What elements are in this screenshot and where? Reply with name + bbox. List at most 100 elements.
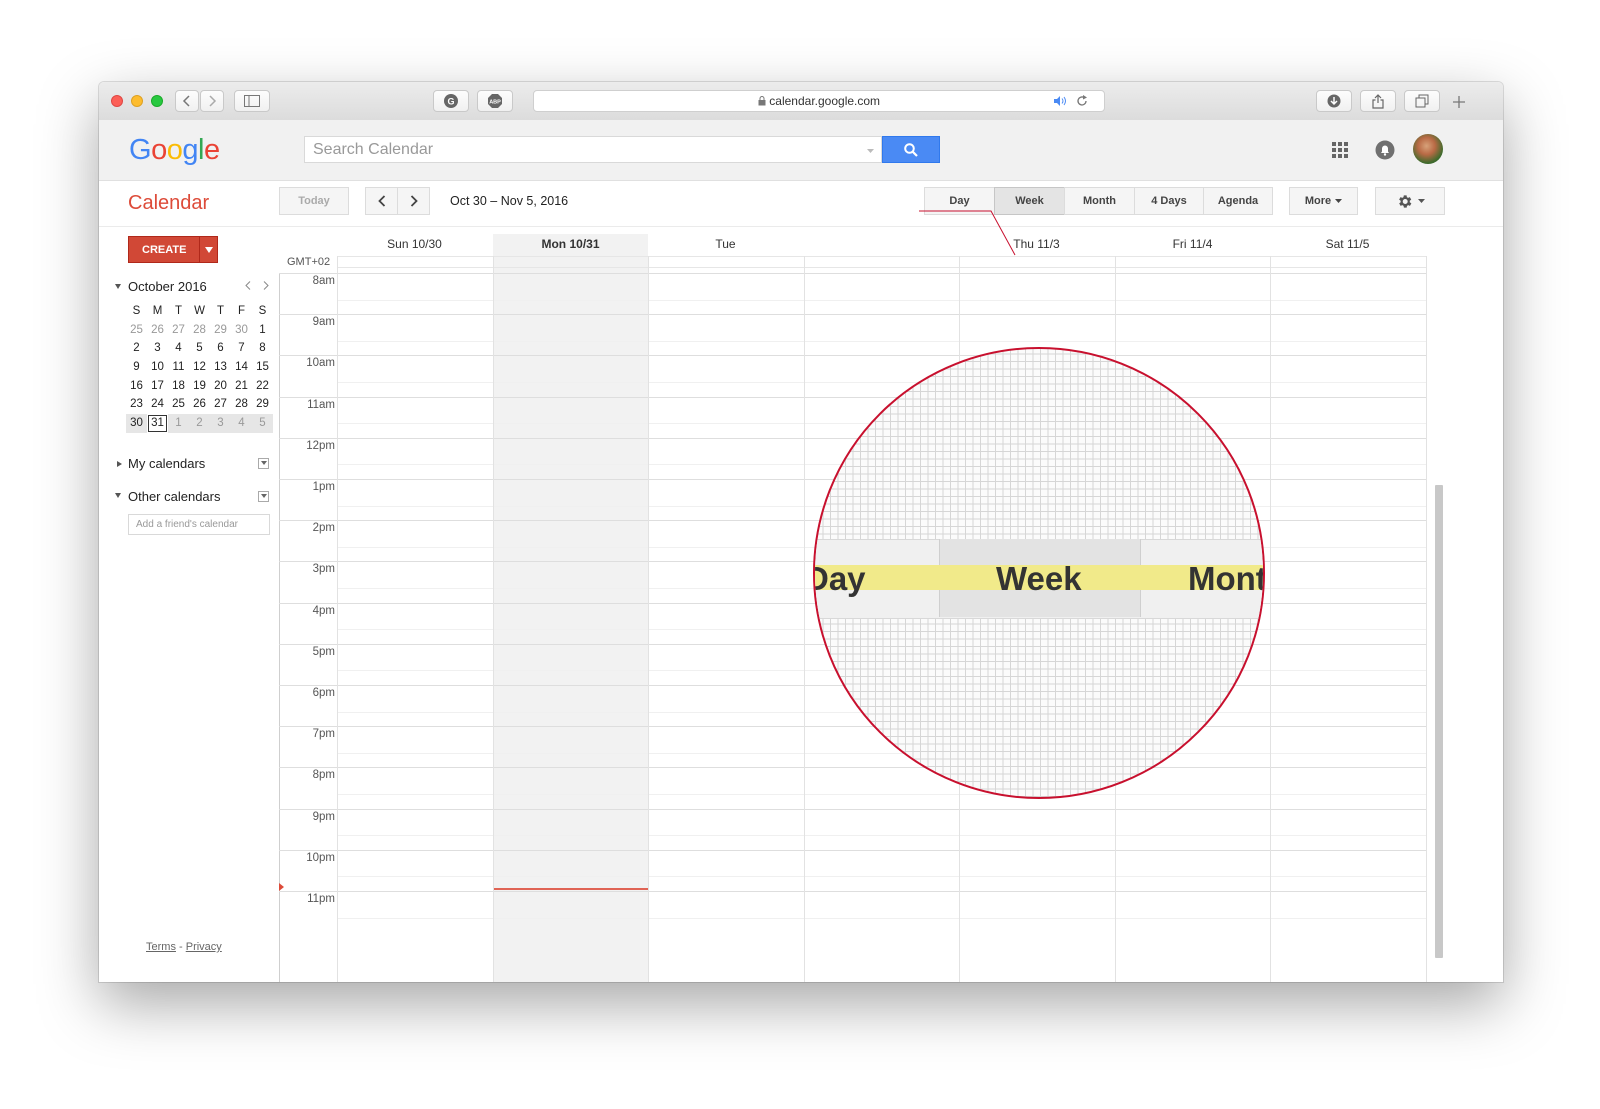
mini-calendar-day[interactable]: 17 <box>147 377 168 396</box>
mini-calendar-day[interactable]: 19 <box>189 377 210 396</box>
mini-calendar-day[interactable]: 2 <box>189 414 210 433</box>
footer-links: Terms - Privacy <box>146 941 222 953</box>
hour-label: 11pm <box>307 893 335 905</box>
mini-calendar-day[interactable]: 27 <box>168 321 189 340</box>
mini-calendar-day[interactable]: 29 <box>252 395 273 414</box>
mini-calendar-day[interactable]: 26 <box>147 321 168 340</box>
mini-calendar-day[interactable]: 21 <box>231 377 252 396</box>
mini-calendar-collapse-icon[interactable] <box>115 284 121 289</box>
add-friend-calendar-input[interactable]: Add a friend's calendar <box>128 514 270 535</box>
mini-calendar-day[interactable]: 7 <box>231 339 252 358</box>
search-input[interactable]: Search Calendar <box>304 136 882 163</box>
mini-calendar-day[interactable]: 28 <box>189 321 210 340</box>
mini-calendar-day[interactable]: 18 <box>168 377 189 396</box>
mini-calendar-day[interactable]: 20 <box>210 377 231 396</box>
mini-calendar-day[interactable]: 1 <box>252 321 273 340</box>
caret-down-icon[interactable] <box>867 149 874 153</box>
mini-calendar-day[interactable]: 22 <box>252 377 273 396</box>
privacy-link[interactable]: Privacy <box>186 941 222 953</box>
share-button[interactable] <box>1360 90 1396 112</box>
view-agenda-button[interactable]: Agenda <box>1203 187 1273 215</box>
sidebar-toggle-button[interactable] <box>234 90 270 112</box>
day-header-sun[interactable]: Sun 10/30 <box>337 237 492 251</box>
mini-calendar-day[interactable]: 4 <box>231 414 252 433</box>
mini-calendar-prev-icon[interactable] <box>245 281 251 290</box>
tabs-overview-button[interactable] <box>1404 90 1440 112</box>
next-week-button[interactable] <box>397 187 430 215</box>
downloads-button[interactable] <box>1316 90 1352 112</box>
mini-calendar-day[interactable]: 8 <box>252 339 273 358</box>
hour-label: 8pm <box>312 769 335 781</box>
mini-calendar-day[interactable]: 13 <box>210 358 231 377</box>
previous-week-button[interactable] <box>365 187 398 215</box>
address-bar[interactable]: calendar.google.com <box>533 90 1105 112</box>
my-calendars-menu-button[interactable] <box>258 458 269 469</box>
other-calendars-header[interactable]: Other calendars <box>128 489 221 504</box>
hour-label: 10pm <box>306 852 335 864</box>
my-calendars-expand-icon[interactable] <box>117 461 122 467</box>
mini-calendar-day[interactable]: 30 <box>231 321 252 340</box>
apps-launcher-button[interactable] <box>1332 142 1348 163</box>
scrollbar-thumb[interactable] <box>1435 485 1443 958</box>
notifications-button[interactable] <box>1375 140 1395 165</box>
today-button[interactable]: Today <box>279 187 349 215</box>
mini-calendar-day[interactable]: 9 <box>126 358 147 377</box>
mini-calendar-title[interactable]: October 2016 <box>128 279 207 294</box>
create-dropdown-button[interactable] <box>199 237 218 262</box>
caret-down-icon <box>1335 199 1343 203</box>
my-calendars-header[interactable]: My calendars <box>128 456 205 471</box>
day-header-sat[interactable]: Sat 11/5 <box>1270 237 1425 251</box>
minimize-window-button[interactable] <box>131 95 143 107</box>
day-header-mon[interactable]: Mon 10/31 <box>493 237 648 251</box>
zoom-window-button[interactable] <box>151 95 163 107</box>
reload-icon[interactable] <box>1076 95 1088 107</box>
mini-calendar-day[interactable]: 15 <box>252 358 273 377</box>
hour-line <box>279 314 1427 315</box>
calendar-app-title[interactable]: Calendar <box>128 192 209 215</box>
mini-calendar-day[interactable]: 5 <box>252 414 273 433</box>
search-button[interactable] <box>882 136 940 163</box>
mini-calendar-day[interactable]: 26 <box>189 395 210 414</box>
more-button[interactable]: More <box>1289 187 1358 215</box>
mini-calendar-next-icon[interactable] <box>263 281 269 290</box>
audio-playing-icon[interactable] <box>1054 96 1068 106</box>
google-logo[interactable]: Google <box>129 134 220 167</box>
mini-calendar-day[interactable]: 25 <box>168 395 189 414</box>
mini-calendar-day[interactable]: 3 <box>147 339 168 358</box>
mini-calendar-day[interactable]: 24 <box>147 395 168 414</box>
create-event-button[interactable]: CREATE <box>128 236 218 263</box>
mini-calendar-day[interactable]: 10 <box>147 358 168 377</box>
close-window-button[interactable] <box>111 95 123 107</box>
terms-link[interactable]: Terms <box>146 941 176 953</box>
mini-calendar-day[interactable]: 23 <box>126 395 147 414</box>
day-header-fri[interactable]: Fri 11/4 <box>1115 237 1270 251</box>
grammarly-extension-button[interactable]: G <box>433 90 469 112</box>
adblock-extension-button[interactable]: ABP <box>477 90 513 112</box>
mini-calendar-day[interactable]: 3 <box>210 414 231 433</box>
view-month-button[interactable]: Month <box>1064 187 1135 215</box>
settings-button[interactable] <box>1375 187 1445 215</box>
back-button[interactable] <box>175 90 199 112</box>
account-avatar[interactable] <box>1413 134 1443 164</box>
mini-calendar-day[interactable]: 16 <box>126 377 147 396</box>
mini-calendar-day[interactable]: 6 <box>210 339 231 358</box>
mini-calendar-day[interactable]: 14 <box>231 358 252 377</box>
mini-calendar-day[interactable]: 2 <box>126 339 147 358</box>
mini-calendar-day[interactable]: 31 <box>147 414 168 433</box>
other-calendars-menu-button[interactable] <box>258 491 269 502</box>
mini-calendar-day[interactable]: 4 <box>168 339 189 358</box>
mini-calendar-day[interactable]: 29 <box>210 321 231 340</box>
mini-calendar-day[interactable]: 5 <box>189 339 210 358</box>
mini-calendar-day[interactable]: 25 <box>126 321 147 340</box>
mini-calendar-day[interactable]: 28 <box>231 395 252 414</box>
other-calendars-collapse-icon[interactable] <box>115 493 121 498</box>
mini-calendar-day[interactable]: 11 <box>168 358 189 377</box>
view-4days-button[interactable]: 4 Days <box>1134 187 1204 215</box>
mini-calendar-day[interactable]: 12 <box>189 358 210 377</box>
day-header-tue[interactable]: Tue <box>648 237 803 251</box>
mini-calendar-day[interactable]: 1 <box>168 414 189 433</box>
mini-calendar-day[interactable]: 27 <box>210 395 231 414</box>
new-tab-button[interactable] <box>1449 92 1469 112</box>
forward-button[interactable] <box>200 90 224 112</box>
mini-calendar-day[interactable]: 30 <box>126 414 147 433</box>
